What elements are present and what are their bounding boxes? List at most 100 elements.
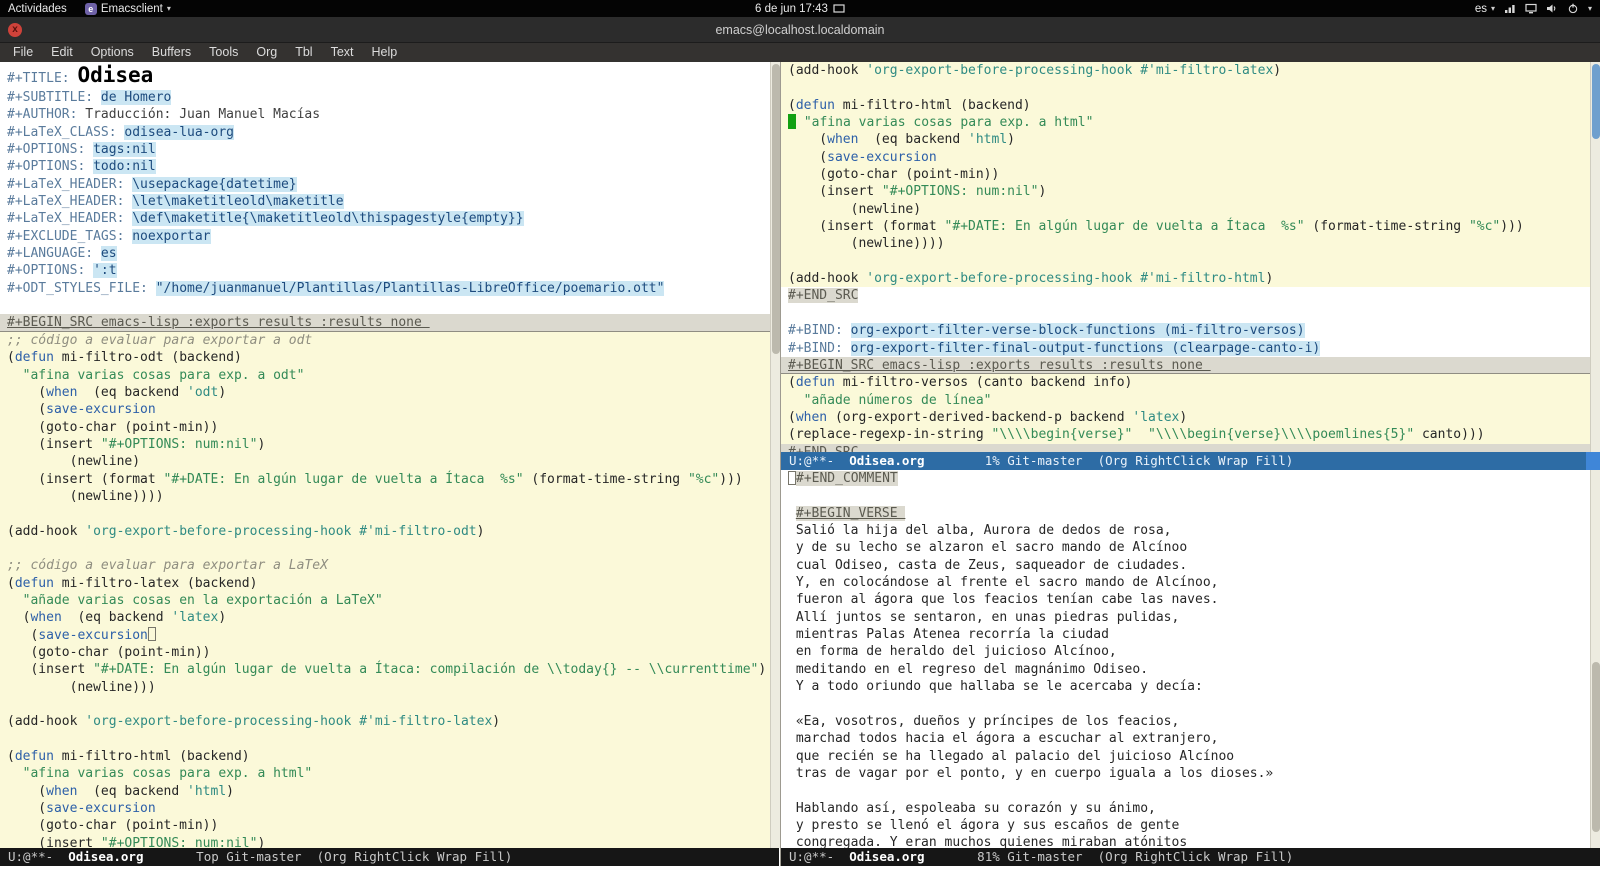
buffer-line[interactable]: #+SUBTITLE: de Homero bbox=[0, 89, 770, 106]
buffer-line[interactable]: #+LaTeX_HEADER: \def\maketitle{\maketitl… bbox=[0, 210, 770, 227]
buffer-line[interactable]: congregada. Y eran muchos quienes miraba… bbox=[781, 834, 1590, 848]
buffer-line[interactable]: (insert (format "#+DATE: En algún lugar … bbox=[0, 470, 770, 488]
buffer-line[interactable] bbox=[781, 79, 1590, 97]
buffer-line[interactable]: (goto-char (point-min)) bbox=[0, 644, 770, 662]
buffer-line[interactable]: #+END_SRC bbox=[781, 443, 1590, 452]
buffer-line[interactable]: Y a todo oriundo que hallaba se le acerc… bbox=[781, 678, 1590, 695]
buffer-line[interactable]: (newline))) bbox=[0, 678, 770, 697]
buffer-line[interactable] bbox=[781, 695, 1590, 712]
buffer-line[interactable]: #+BEGIN_VERSE bbox=[781, 505, 1590, 522]
buffer-line[interactable]: (goto-char (point-min)) bbox=[781, 166, 1590, 184]
buffer-line[interactable]: (goto-char (point-min)) bbox=[0, 817, 770, 835]
buffer-line[interactable]: #+BEGIN_SRC emacs-lisp :exports results … bbox=[781, 356, 1590, 375]
buffer-line[interactable] bbox=[781, 782, 1590, 799]
buffer-line[interactable]: (save-excursion bbox=[0, 800, 770, 818]
buffer-line[interactable]: (insert "#+OPTIONS: num:nil") bbox=[781, 183, 1590, 201]
buffer-line[interactable] bbox=[781, 487, 1590, 504]
buffer-line[interactable]: ;; código a evaluar para exportar a odt bbox=[0, 331, 770, 350]
buffer-line[interactable]: (when (org-export-derived-backend-p back… bbox=[781, 408, 1590, 427]
buffer-line[interactable]: #+OPTIONS: todo:nil bbox=[0, 158, 770, 175]
buffer-line[interactable]: "añade varias cosas en la exportación a … bbox=[0, 591, 770, 610]
buffer-line[interactable] bbox=[0, 539, 770, 558]
scrollbar-thumb[interactable] bbox=[1592, 64, 1600, 139]
buffer-line[interactable]: #+LaTeX_CLASS: odisea-lua-org bbox=[0, 124, 770, 141]
buffer-line[interactable]: (newline) bbox=[0, 453, 770, 471]
buffer-line[interactable]: (insert (format "#+DATE: En algún lugar … bbox=[781, 218, 1590, 236]
buffer-line[interactable]: Y, en colocándose al frente el sacro man… bbox=[781, 574, 1590, 591]
buffer-line[interactable]: meditando en el regreso del magnánimo Od… bbox=[781, 661, 1590, 678]
buffer-line[interactable]: Hablando así, espoleaba su corazón y su … bbox=[781, 800, 1590, 817]
buffer-line[interactable]: "afina varias cosas para exp. a odt" bbox=[0, 366, 770, 384]
modeline-right-bottom[interactable]: U:@**- Odisea.org 81% Git-master (Org Ri… bbox=[781, 848, 1600, 866]
buffer-line[interactable]: (defun mi-filtro-versos (canto backend i… bbox=[781, 374, 1590, 392]
buffer-line[interactable]: (insert "#+DATE: En algún lugar de vuelt… bbox=[0, 661, 770, 679]
menu-item-file[interactable]: File bbox=[4, 43, 42, 62]
keyboard-layout-button[interactable]: es ▾ bbox=[1475, 3, 1495, 15]
buffer-line[interactable]: (add-hook 'org-export-before-processing-… bbox=[781, 270, 1590, 288]
modeline-active[interactable]: U:@**- Odisea.org 1% Git-master (Org Rig… bbox=[781, 452, 1600, 470]
buffer-line[interactable]: (newline)))) bbox=[781, 235, 1590, 253]
buffer-line[interactable]: (insert "#+OPTIONS: num:nil") bbox=[0, 435, 770, 454]
buffer-line[interactable] bbox=[0, 730, 770, 749]
buffer-line[interactable]: ;; código a evaluar para exportar a LaTe… bbox=[0, 557, 770, 575]
buffer-line[interactable]: (when (eq backend 'html) bbox=[0, 782, 770, 801]
buffer-line[interactable]: #+LaTeX_HEADER: \let\maketitleold\maketi… bbox=[0, 193, 770, 210]
buffer-line[interactable]: (add-hook 'org-export-before-processing-… bbox=[0, 713, 770, 731]
buffer-line[interactable] bbox=[781, 305, 1590, 322]
buffer-line[interactable]: #+LaTeX_HEADER: \usepackage{datetime} bbox=[0, 176, 770, 193]
buffer-line[interactable]: #+BIND: org-export-filter-final-output-f… bbox=[781, 340, 1590, 357]
buffer-line[interactable]: "afina varias cosas para exp. a html" bbox=[781, 114, 1590, 132]
buffer-line[interactable]: cual Odiseo, casta de Zeus, saqueador de… bbox=[781, 557, 1590, 574]
app-menu-button[interactable]: e Emacsclient ▾ bbox=[84, 2, 171, 15]
left-window-scrollbar[interactable] bbox=[770, 62, 780, 848]
left-window-buffer[interactable]: #+TITLE: Odisea #+SUBTITLE: de Homero #+AU… bbox=[0, 62, 770, 848]
buffer-line[interactable]: (add-hook 'org-export-before-processing-… bbox=[0, 522, 770, 540]
buffer-line[interactable]: (when (eq backend 'latex) bbox=[0, 609, 770, 627]
buffer-line[interactable]: (defun mi-filtro-odt (backend) bbox=[0, 349, 770, 367]
buffer-line[interactable]: #+OPTIONS: tags:nil bbox=[0, 141, 770, 158]
buffer-line[interactable]: Allí juntos se sentaron, en unas piedras… bbox=[781, 609, 1590, 626]
buffer-line[interactable]: (when (eq backend 'odt) bbox=[0, 383, 770, 402]
buffer-line[interactable]: (defun mi-filtro-html (backend) bbox=[781, 96, 1590, 115]
buffer-line[interactable]: (save-excursion bbox=[0, 626, 770, 644]
buffer-line[interactable]: #+END_COMMENT bbox=[781, 470, 1590, 487]
buffer-line[interactable]: #+END_SRC bbox=[781, 287, 1590, 304]
buffer-line[interactable]: en forma de heraldo del juicioso Alcínoo… bbox=[781, 643, 1590, 660]
buffer-line[interactable]: fueron al ágora que los feacios tenían c… bbox=[781, 591, 1590, 608]
clock-button[interactable]: 6 de jun 17:43 bbox=[0, 0, 1600, 17]
menu-item-buffers[interactable]: Buffers bbox=[143, 43, 200, 62]
buffer-line[interactable]: y presto se llenó el ágora y sus escaños… bbox=[781, 817, 1590, 834]
buffer-line[interactable]: #+BEGIN_SRC emacs-lisp :exports results … bbox=[0, 314, 770, 332]
buffer-line[interactable]: (defun mi-filtro-html (backend) bbox=[0, 748, 770, 766]
buffer-line[interactable] bbox=[0, 297, 770, 314]
menu-item-org[interactable]: Org bbox=[247, 43, 286, 62]
buffer-line[interactable]: #+OPTIONS: ':t bbox=[0, 262, 770, 279]
system-status-area[interactable]: es ▾ ▾ bbox=[1475, 3, 1600, 15]
echo-area[interactable] bbox=[0, 866, 1600, 885]
buffer-line[interactable]: (when (eq backend 'html) bbox=[781, 131, 1590, 149]
menu-item-tools[interactable]: Tools bbox=[200, 43, 247, 62]
buffer-line[interactable]: (save-excursion bbox=[0, 401, 770, 419]
buffer-line[interactable]: #+AUTHOR: Traducción: Juan Manuel Macías bbox=[0, 106, 770, 123]
menu-item-tbl[interactable]: Tbl bbox=[286, 43, 321, 62]
menu-item-options[interactable]: Options bbox=[82, 43, 143, 62]
emacs-menu-bar[interactable]: File Edit Options Buffers Tools Org Tbl Text Hel… bbox=[0, 43, 1600, 62]
buffer-line[interactable] bbox=[0, 696, 770, 714]
buffer-line[interactable]: «Ea, vosotros, dueños y príncipes de los… bbox=[781, 713, 1590, 730]
menu-item-edit[interactable]: Edit bbox=[42, 43, 82, 62]
buffer-line[interactable]: #+BIND: org-export-filter-verse-block-fu… bbox=[781, 322, 1590, 339]
modeline-left[interactable]: U:@**- Odisea.org Top Git-master (Org Ri… bbox=[0, 848, 779, 866]
buffer-line[interactable]: tras de vagar por el ponto, y en cuerpo … bbox=[781, 765, 1590, 782]
scrollbar-thumb[interactable] bbox=[772, 64, 780, 354]
menu-item-help[interactable]: Help bbox=[363, 43, 407, 62]
buffer-line[interactable]: Salió la hija del alba, Aurora de dedos … bbox=[781, 522, 1590, 539]
buffer-line[interactable]: (add-hook 'org-export-before-processing-… bbox=[781, 62, 1590, 80]
buffer-line[interactable]: (newline) bbox=[781, 200, 1590, 219]
buffer-line[interactable]: mientras Palas Atenea recorría la ciudad bbox=[781, 626, 1590, 643]
buffer-line[interactable]: "añade números de línea" bbox=[781, 391, 1590, 409]
buffer-line[interactable] bbox=[0, 505, 770, 523]
buffer-line[interactable]: marchad todos hacia el ágora a escuchar … bbox=[781, 730, 1590, 747]
buffer-line[interactable]: "afina varias cosas para exp. a html" bbox=[0, 765, 770, 783]
buffer-line[interactable]: (newline)))) bbox=[0, 487, 770, 506]
buffer-line[interactable]: #+EXCLUDE_TAGS: noexportar bbox=[0, 228, 770, 245]
